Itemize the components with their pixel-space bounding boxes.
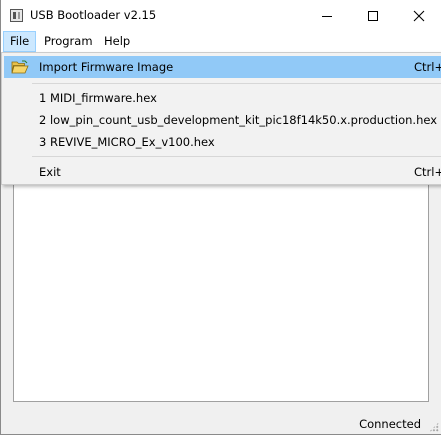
menu-import-label: Import Firmware Image [39,60,174,74]
maximize-button[interactable] [350,0,396,31]
recent-file-label: 3 REVIVE_MICRO_Ex_v100.hex [39,135,215,149]
size-grip-icon[interactable] [429,422,439,432]
menu-separator [32,83,441,84]
menu-exit-shortcut: Ctrl+Q [414,165,441,179]
maximize-icon [368,10,378,21]
open-folder-icon [11,60,29,74]
menu-bar: File Program Help [1,31,441,52]
main-window: USB Bootloader v2.15 File Program Help C… [0,0,441,435]
menu-exit-label: Exit [39,165,61,179]
recent-file-label: 1 MIDI_firmware.hex [39,91,157,105]
window-title: USB Bootloader v2.15 [30,8,157,22]
menu-help[interactable]: Help [98,31,136,52]
menu-exit[interactable]: Exit Ctrl+Q [4,161,441,183]
status-bar: Connected [1,413,441,435]
menu-import-shortcut: Ctrl+O [414,60,441,74]
connection-status: Connected [359,417,421,431]
file-menu-dropdown: Import Firmware Image Ctrl+O 1 MIDI_firm… [1,52,441,185]
app-icon [10,9,23,22]
close-icon [413,10,425,21]
recent-file-label: 2 low_pin_count_usb_development_kit_pic1… [39,113,438,127]
menu-recent-file[interactable]: 3 REVIVE_MICRO_Ex_v100.hex [4,131,441,153]
minimize-icon [322,15,332,17]
title-bar[interactable]: USB Bootloader v2.15 [1,0,441,31]
menu-recent-file[interactable]: 1 MIDI_firmware.hex [4,87,441,109]
menu-program[interactable]: Program [38,31,99,52]
menu-recent-file[interactable]: 2 low_pin_count_usb_development_kit_pic1… [4,109,441,131]
minimize-button[interactable] [304,0,350,31]
menu-file[interactable]: File [3,31,37,52]
menu-import-firmware[interactable]: Import Firmware Image Ctrl+O [4,56,441,78]
menu-separator [32,156,441,157]
close-button[interactable] [396,0,441,31]
